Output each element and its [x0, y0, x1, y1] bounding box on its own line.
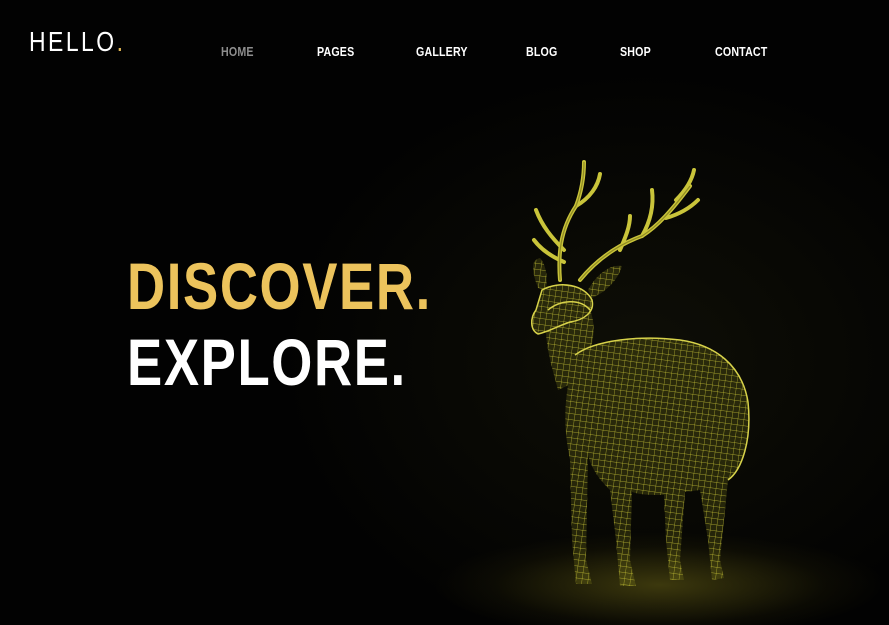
nav-pages[interactable]: PAGES — [317, 44, 354, 60]
nav-home[interactable]: HOME — [221, 44, 254, 60]
hero-line-explore: EXPLORE. — [127, 325, 407, 399]
hero-heading: DISCOVER. EXPLORE. — [127, 248, 508, 400]
hero-line-discover: DISCOVER. — [127, 249, 432, 323]
nav-blog[interactable]: BLOG — [526, 44, 557, 60]
main-nav: HOME PAGES GALLERY BLOG SHOP CONTACT — [0, 44, 889, 62]
nav-contact[interactable]: CONTACT — [715, 44, 767, 60]
nav-gallery[interactable]: GALLERY — [416, 44, 468, 60]
nav-shop[interactable]: SHOP — [620, 44, 651, 60]
wireframe-deer-image — [531, 160, 750, 586]
